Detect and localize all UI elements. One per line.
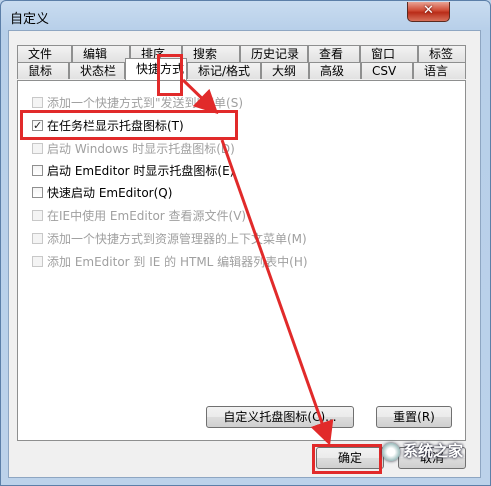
tab-edit[interactable]: 编辑	[72, 45, 130, 62]
checkbox-ie-view-source[interactable]	[32, 210, 43, 221]
tab-window[interactable]: 窗口	[360, 45, 418, 62]
custom-tray-icon-button[interactable]: 自定义托盘图标(C)...	[206, 406, 354, 428]
tab-view[interactable]: 查看	[308, 45, 360, 62]
watermark-logo-icon	[382, 442, 400, 461]
option-label: 添加一个快捷方式到资源管理器的上下文菜单(M)	[47, 232, 307, 246]
checkbox-quick-launch[interactable]	[32, 187, 43, 198]
option-ie-view-source[interactable]: 在IE中使用 EmEditor 查看源文件(V)	[32, 208, 246, 224]
option-label: 快速启动 EmEditor(Q)	[47, 186, 173, 200]
checkbox-taskbar-tray-icon[interactable]	[32, 118, 43, 134]
tab-advanced[interactable]: 高级	[309, 62, 361, 79]
close-icon: ✕	[423, 3, 434, 18]
checkbox-tray-on-emeditor-start[interactable]	[32, 165, 43, 176]
reset-button[interactable]: 重置(R)	[376, 406, 452, 428]
option-quick-launch[interactable]: 快速启动 EmEditor(Q)	[32, 185, 172, 201]
ok-button[interactable]: 确定	[316, 447, 384, 469]
watermark: 系统之家	[382, 440, 463, 461]
option-tray-on-emeditor-start[interactable]: 启动 EmEditor 时显示托盘图标(E)	[32, 163, 234, 179]
option-label: 添加一个快捷方式到"发送到"菜单(S)	[47, 96, 244, 110]
option-label: 启动 EmEditor 时显示托盘图标(E)	[47, 164, 235, 178]
option-taskbar-tray-icon[interactable]: 在任务栏显示托盘图标(T)	[32, 118, 184, 134]
option-tray-on-windows-start[interactable]: 启动 Windows 时显示托盘图标(D)	[32, 141, 235, 157]
title-bar[interactable]: 自定义 ✕	[1, 1, 490, 33]
checkbox-send-to-menu[interactable]	[32, 97, 43, 108]
option-label: 添加 EmEditor 到 IE 的 HTML 编辑器列表中(H)	[47, 255, 308, 269]
tab-mouse[interactable]: 鼠标	[17, 62, 69, 79]
option-label: 启动 Windows 时显示托盘图标(D)	[47, 142, 235, 156]
tab-statusbar[interactable]: 状态栏	[69, 62, 125, 79]
tab-file[interactable]: 文件	[17, 45, 72, 62]
option-explorer-context-menu[interactable]: 添加一个快捷方式到资源管理器的上下文菜单(M)	[32, 231, 307, 247]
window-title: 自定义	[10, 12, 50, 27]
tab-tags[interactable]: 标签	[418, 45, 466, 62]
tab-language[interactable]: 语言	[413, 62, 466, 79]
tab-search[interactable]: 搜索	[182, 45, 240, 62]
tab-shortcut[interactable]: 快捷方式	[125, 58, 187, 80]
watermark-text: 系统之家	[403, 442, 464, 460]
option-ie-html-editor[interactable]: 添加 EmEditor 到 IE 的 HTML 编辑器列表中(H)	[32, 254, 308, 270]
checkbox-explorer-context-menu[interactable]	[32, 233, 43, 244]
close-button[interactable]: ✕	[407, 2, 450, 22]
option-send-to-menu[interactable]: 添加一个快捷方式到"发送到"菜单(S)	[32, 95, 243, 111]
option-label: 在IE中使用 EmEditor 查看源文件(V)	[47, 209, 247, 223]
option-label: 在任务栏显示托盘图标(T)	[47, 119, 184, 133]
tab-csv[interactable]: CSV	[361, 62, 413, 79]
tab-outline[interactable]: 大纲	[261, 62, 309, 79]
tab-markup-format[interactable]: 标记/格式	[187, 62, 261, 79]
checkbox-ie-html-editor[interactable]	[32, 256, 43, 267]
tab-history[interactable]: 历史记录	[240, 45, 308, 62]
shortcut-panel: 添加一个快捷方式到"发送到"菜单(S) 在任务栏显示托盘图标(T) 启动 Win…	[17, 80, 466, 441]
checkbox-tray-on-windows-start[interactable]	[32, 143, 43, 154]
